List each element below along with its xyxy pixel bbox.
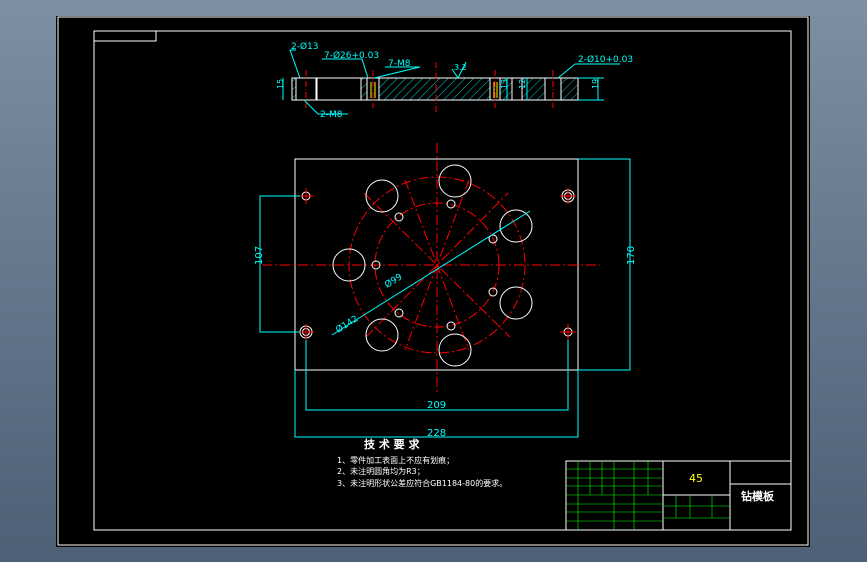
- dim-label-209: 209: [427, 400, 446, 411]
- section-hole: [316, 77, 362, 101]
- dim-label-107: 107: [254, 246, 265, 265]
- label-height-12: 12: [518, 79, 527, 89]
- label-through-holes: 2-Ø13: [291, 41, 319, 52]
- label-dowel-holes: 2-Ø10+0.03: [578, 54, 633, 65]
- label-height-19: 19: [591, 79, 600, 89]
- note-item: 3、未注明形状公差应符合GB1184-80的要求。: [337, 478, 507, 488]
- part-name: 钻模板: [741, 489, 775, 503]
- label-height-15: 15: [276, 79, 285, 89]
- label-surface-finish: 3.2: [454, 63, 467, 72]
- label-bottom-m8: 2-M8: [320, 110, 343, 120]
- dim-label-170: 170: [626, 246, 637, 265]
- cad-drawing-canvas: 2-Ø13 7-Ø26+0.03 7-M8 3.2 2-Ø10+0.03 2-M…: [56, 16, 810, 547]
- label-height-13: 13: [500, 79, 509, 89]
- material-label: 45: [689, 472, 703, 485]
- dim-label-228: 228: [427, 428, 446, 439]
- label-counterbore: 7-Ø26+0.03: [324, 50, 379, 61]
- label-threaded: 7-M8: [388, 59, 411, 69]
- notes-title: 技 术 要 求: [364, 437, 420, 451]
- note-item: 2、未注明圆角均为R3；: [337, 466, 425, 476]
- note-item: 1、零件加工表面上不应有划痕；: [337, 455, 454, 465]
